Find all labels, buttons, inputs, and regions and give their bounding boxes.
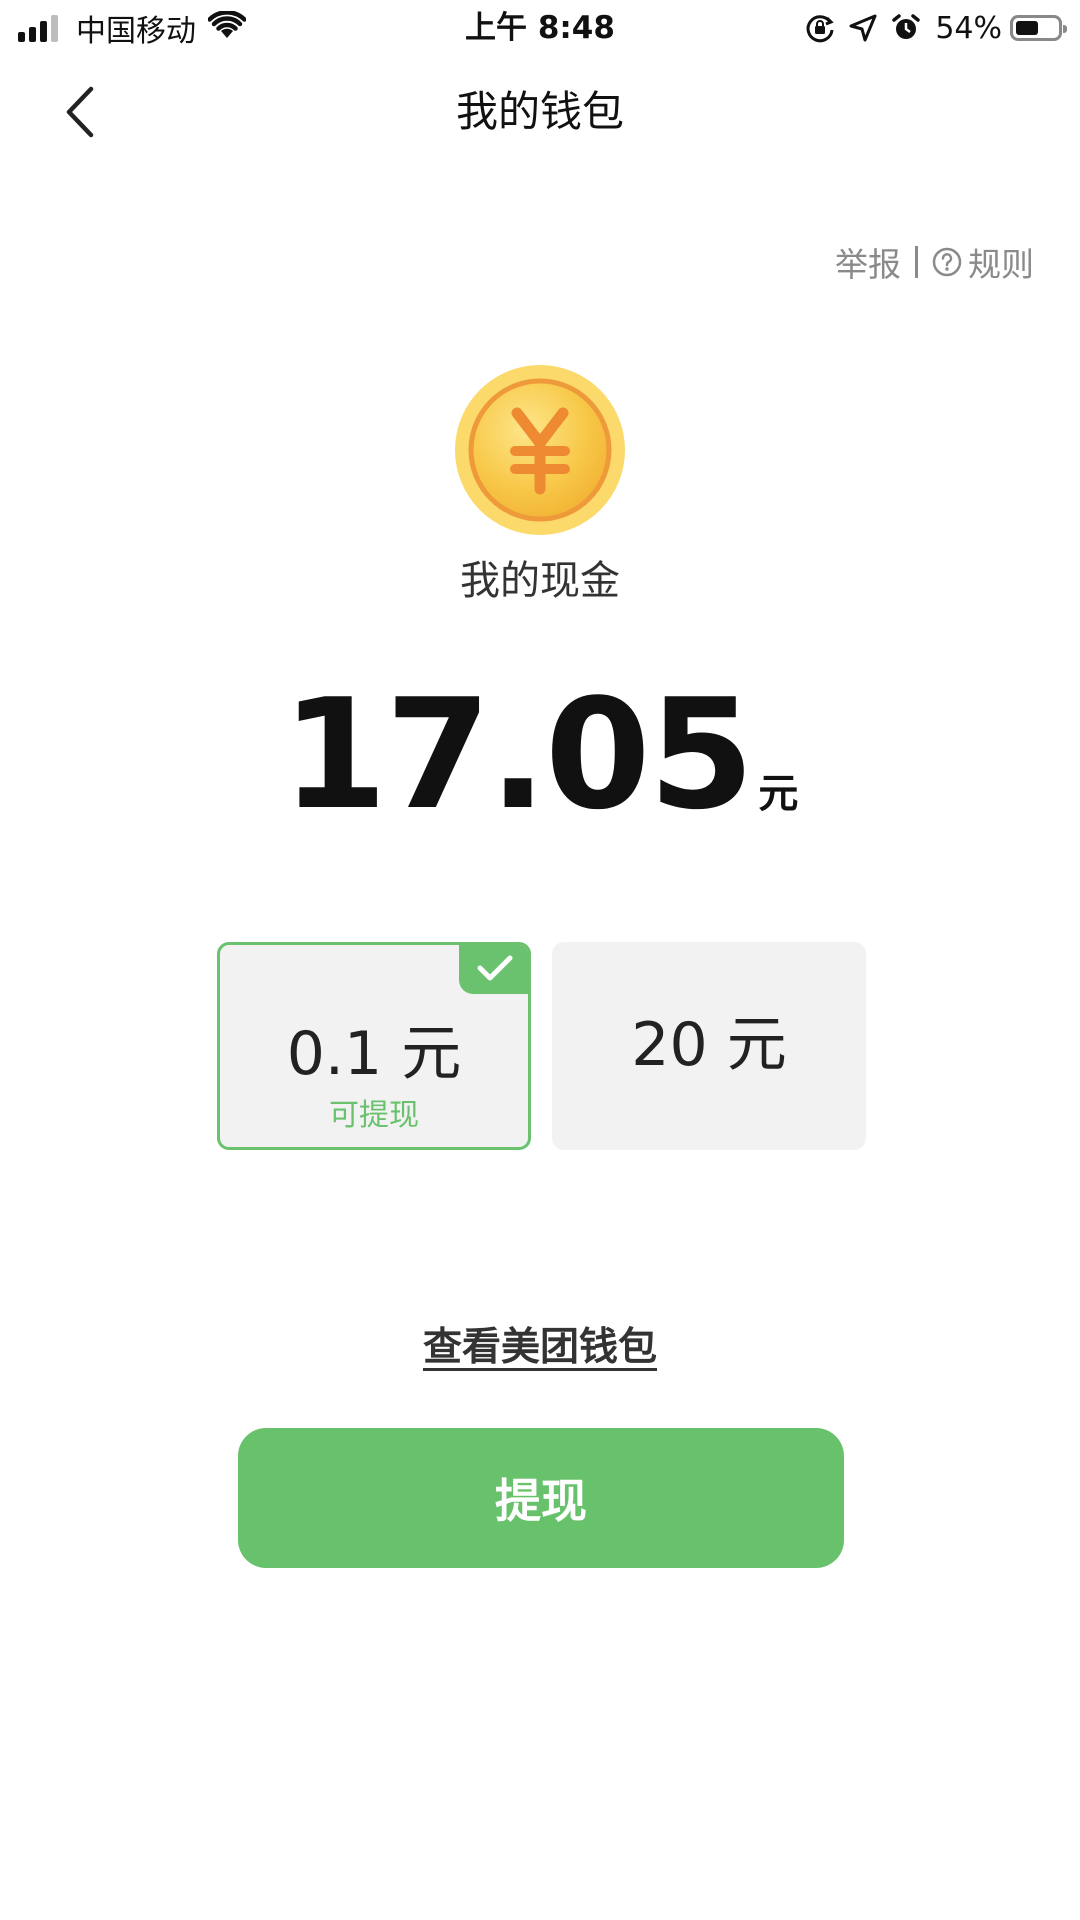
page-title: 我的钱包	[455, 87, 624, 136]
balance-unit: 元	[758, 771, 799, 817]
rules-label: 规则	[968, 245, 1034, 284]
cash-label: 我的现金	[460, 558, 620, 604]
withdraw-option-0-1[interactable]: 0.1 元 可提现	[217, 942, 531, 1150]
checkmark-icon	[477, 954, 513, 982]
battery-percent: 54%	[935, 10, 1002, 46]
orientation-lock-icon	[805, 13, 835, 43]
balance: 17.05 元	[0, 675, 1080, 835]
status-bar: 中国移动 上午 8:48 54%	[0, 0, 1080, 56]
selected-check-badge	[459, 945, 528, 994]
link-divider	[915, 246, 918, 278]
location-icon	[849, 14, 877, 42]
battery-fill	[1016, 21, 1038, 35]
option-amount: 20 元	[631, 1010, 787, 1080]
status-right: 54%	[791, 8, 1067, 48]
option-amount: 0.1 元	[286, 1019, 462, 1089]
meituan-wallet-link-row: 查看美团钱包	[0, 1320, 1080, 1376]
withdraw-button[interactable]: 提现	[238, 1428, 844, 1568]
question-circle-icon	[932, 247, 962, 277]
yuan-coin-icon	[455, 365, 625, 535]
alarm-icon	[891, 13, 921, 43]
option-available-label: 可提现	[329, 1098, 419, 1133]
withdraw-option-20[interactable]: 20 元	[552, 942, 866, 1150]
report-link[interactable]: 举报	[835, 238, 901, 286]
battery-icon	[1010, 15, 1067, 41]
meituan-wallet-link[interactable]: 查看美团钱包	[423, 1325, 657, 1370]
top-links: 举报 规则	[835, 238, 1034, 286]
balance-amount: 17.05	[281, 666, 755, 843]
rules-link[interactable]: 规则	[932, 238, 1034, 286]
nav-bar: 我的钱包	[0, 56, 1080, 166]
